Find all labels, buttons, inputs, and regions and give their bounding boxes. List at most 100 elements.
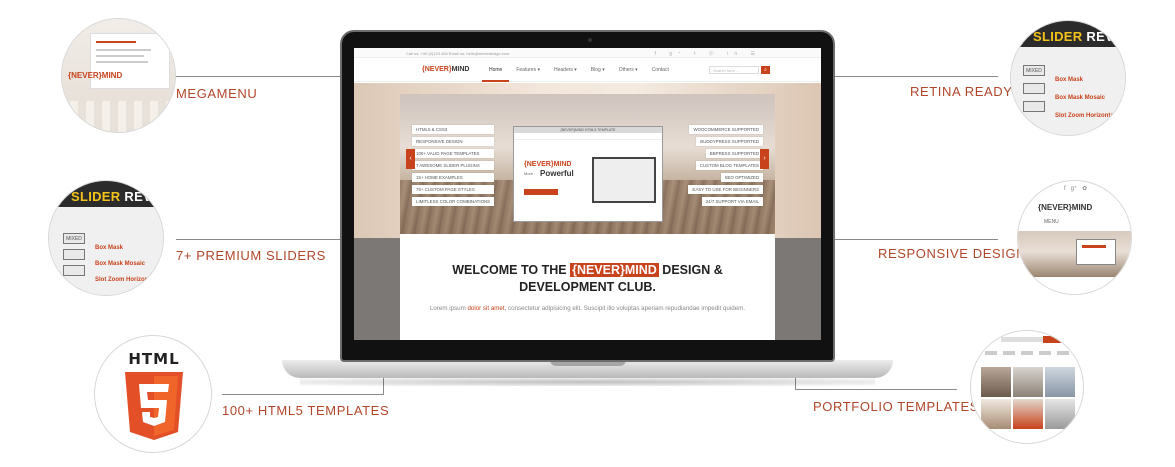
mock-button bbox=[524, 189, 558, 195]
nav-blog[interactable]: Blog ▾ bbox=[584, 58, 612, 82]
hero-slider: HTML5 & CSS3 RESPONSIVE DESIGN 100+ VALI… bbox=[400, 94, 775, 234]
connector-html5-horizontal bbox=[222, 394, 384, 395]
nav-features[interactable]: Features ▾ bbox=[509, 58, 547, 82]
laptop-screen: Call us: +40 (0)123 456 Email us: hello@… bbox=[354, 48, 821, 340]
welcome-text-link[interactable]: dolor sit amet bbox=[467, 305, 504, 312]
welcome-title-line2: DEVELOPMENT CLUB. bbox=[519, 280, 656, 294]
site-topbar: Call us: +40 (0)123 456 Email us: hello@… bbox=[354, 48, 821, 58]
site-navbar: {NEVER}MIND Home Features ▾ Headers ▾ Bl… bbox=[354, 58, 821, 82]
html5-shield-icon bbox=[125, 372, 183, 440]
slider-prev-icon[interactable]: ‹ bbox=[406, 149, 415, 169]
html5-word: HTML bbox=[128, 350, 180, 368]
slider-item-box-mask: Box Mask bbox=[95, 245, 124, 251]
slider-tag: RESPONSIVE DESIGN bbox=[412, 137, 495, 146]
slider-item-box-mask-mosaic: Box Mask Mosaic bbox=[95, 261, 146, 267]
site-nav: Home Features ▾ Headers ▾ Blog ▾ Others … bbox=[482, 58, 676, 82]
slider-tag: 100+ VALID PAGE TEMPLATES bbox=[412, 149, 495, 158]
portfolio-title-accent bbox=[1043, 336, 1063, 343]
retina-item-box-mask-mosaic: Box Mask Mosaic bbox=[1055, 95, 1106, 101]
mock-device bbox=[592, 157, 656, 203]
portfolio-thumb-1 bbox=[981, 367, 1011, 397]
site-search-input[interactable]: Search here ... bbox=[709, 66, 759, 74]
site-logo-prefix: {NEVER} bbox=[422, 66, 452, 73]
laptop-camera bbox=[588, 38, 592, 42]
slider-rev-logo-a: SLIDER bbox=[71, 189, 121, 204]
bubble-premium-sliders: SLIDER REV MIXED Box Mask Box Mask Mosai… bbox=[48, 180, 164, 296]
welcome-section: WELCOME TO THE {NEVER}MIND DESIGN & DEVE… bbox=[400, 234, 775, 340]
connector-portfolio-horizontal bbox=[795, 389, 957, 390]
portfolio-thumb-4 bbox=[981, 399, 1011, 429]
welcome-text: Lorem ipsum dolor sit amet, consectetur … bbox=[400, 305, 775, 312]
bubble-megamenu: {NEVER}MIND bbox=[61, 18, 176, 133]
slider-tag: BBPRESS SUPPORTED bbox=[705, 149, 763, 158]
welcome-title-part2: DESIGN & bbox=[658, 263, 723, 277]
nav-home[interactable]: Home bbox=[482, 58, 510, 82]
hero-side-left bbox=[354, 238, 400, 340]
slider-tag: 75+ CUSTOM PAGE STYLES bbox=[412, 185, 495, 194]
slider-rev-logo-b: REV bbox=[120, 189, 153, 204]
portfolio-filter-row bbox=[985, 351, 1075, 355]
retina-item-box-mask: Box Mask bbox=[1055, 77, 1084, 83]
portfolio-thumb-2 bbox=[1013, 367, 1043, 397]
welcome-title-part1: WELCOME TO THE bbox=[452, 263, 571, 277]
slider-option-box-3 bbox=[63, 265, 85, 276]
retina-slider-logo-a: SLIDER bbox=[1033, 29, 1083, 44]
portfolio-thumb-6 bbox=[1045, 399, 1075, 429]
slider-next-icon[interactable]: › bbox=[760, 149, 769, 169]
site-logo-suffix: MIND bbox=[451, 66, 470, 73]
retina-option-box-2 bbox=[1023, 83, 1045, 94]
portfolio-thumb-3 bbox=[1045, 367, 1075, 397]
portfolio-thumb-5 bbox=[1013, 399, 1043, 429]
responsive-social-icons: f g⁺ ✿ bbox=[1064, 186, 1088, 192]
feature-label-megamenu: MEGAMENU bbox=[176, 86, 258, 101]
search-icon[interactable]: ⌕ bbox=[761, 66, 770, 74]
bubble-portfolio-templates bbox=[970, 330, 1084, 444]
mock-more: More bbox=[524, 171, 534, 176]
laptop-lid: Call us: +40 (0)123 456 Email us: hello@… bbox=[340, 30, 835, 362]
bubble-responsive-design: f g⁺ ✿ {NEVER}MIND MENU bbox=[1017, 180, 1132, 295]
slider-tag: LIMITLESS COLOR COMBINATIONS bbox=[412, 197, 495, 206]
feature-label-premium-sliders: 7+ PREMIUM SLIDERS bbox=[176, 248, 326, 263]
responsive-logo: {NEVER}MIND bbox=[1038, 203, 1093, 212]
responsive-menu-label: MENU bbox=[1044, 219, 1059, 225]
slider-tag: BUDDYPRESS SUPPORTED bbox=[696, 137, 763, 146]
site-social-icons[interactable]: f g⁺ t ⓟ in ☰ bbox=[654, 50, 761, 57]
nav-others[interactable]: Others ▾ bbox=[612, 58, 645, 82]
mock-powerful: Powerful bbox=[540, 169, 574, 178]
slider-left-tags: HTML5 & CSS3 RESPONSIVE DESIGN 100+ VALI… bbox=[412, 125, 495, 206]
welcome-text-part2: , consectetur adipisicing elit. Suscipit… bbox=[504, 305, 746, 312]
feature-label-portfolio-templates: PORTFOLIO TEMPLATES bbox=[813, 399, 979, 414]
retina-slider-logo-b: REV bbox=[1082, 29, 1115, 44]
feature-label-responsive-design: RESPONSIVE DESIGN bbox=[878, 246, 1027, 261]
slider-tag: CUSTOM BLOG TEMPLATES bbox=[695, 161, 763, 170]
slider-tag: 7 AWESOME SLIDER PLUGINS bbox=[412, 161, 495, 170]
slider-mixed-box: MIXED bbox=[63, 233, 85, 244]
nav-headers[interactable]: Headers ▾ bbox=[547, 58, 584, 82]
retina-option-box-3 bbox=[1023, 101, 1045, 112]
feature-label-html5-templates: 100+ HTML5 TEMPLATES bbox=[222, 403, 390, 418]
slider-item-slot-zoom: Slot Zoom Horizontal bbox=[95, 277, 156, 283]
slider-tag: 24/7 SUPPORT VIA EMAIL bbox=[701, 197, 763, 206]
hero-side-right bbox=[775, 238, 821, 340]
site-logo[interactable]: {NEVER}MIND bbox=[422, 66, 469, 73]
slider-tag: 15+ HOME EXAMPLES bbox=[412, 173, 495, 182]
site-topbar-contact: Call us: +40 (0)123 456 Email us: hello@… bbox=[406, 51, 510, 56]
bubble-retina-ready: SLIDER REV MIXED Box Mask Box Mask Mosai… bbox=[1010, 20, 1126, 136]
feature-label-retina-ready: RETINA READY bbox=[910, 84, 1013, 99]
slider-tag: EASY TO USE FOR BEGINNERS bbox=[688, 185, 763, 194]
megamenu-bubble-logo: {NEVER}MIND bbox=[68, 71, 123, 80]
laptop-shadow bbox=[300, 378, 875, 386]
welcome-text-part1: Lorem ipsum bbox=[429, 305, 468, 312]
nav-contact[interactable]: Contact bbox=[645, 58, 676, 82]
welcome-title-highlight: {NEVER}MIND bbox=[570, 263, 659, 277]
slider-tag: WOOCOMMERCE SUPPORTED bbox=[689, 125, 763, 134]
slider-tag: HTML5 & CSS3 bbox=[412, 125, 495, 134]
welcome-title: WELCOME TO THE {NEVER}MIND DESIGN & DEVE… bbox=[400, 262, 775, 296]
bubble-html5: HTML bbox=[94, 335, 212, 453]
laptop-base bbox=[282, 360, 893, 378]
slider-tag: SEO OPTIMIZED bbox=[720, 173, 763, 182]
slider-right-tags: WOOCOMMERCE SUPPORTED BUDDYPRESS SUPPORT… bbox=[688, 125, 763, 206]
mock-logo: {NEVER}MIND bbox=[524, 161, 572, 168]
retina-item-slot-zoom: Slot Zoom Horizontal bbox=[1055, 113, 1116, 119]
slider-mock-window: {NEVER}MIND HTML5 TEMPLATE {NEVER}MIND M… bbox=[513, 126, 663, 222]
